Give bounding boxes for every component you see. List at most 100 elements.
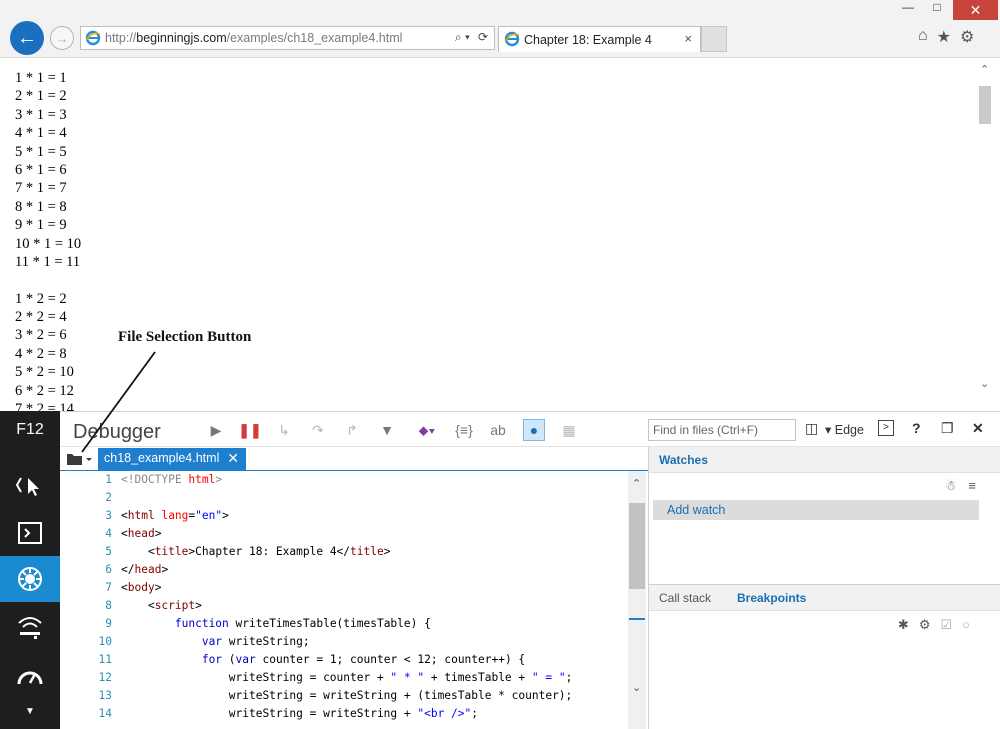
code-line[interactable]: 9 function writeTimesTable(timesTable) {: [60, 617, 628, 635]
code-text: for (var counter = 1; counter < 12; coun…: [201, 653, 526, 666]
line-number[interactable]: 4: [60, 527, 112, 540]
refresh-icon[interactable]: ⟳: [478, 30, 488, 45]
network-button[interactable]: [0, 604, 60, 650]
document-mode-dropdown[interactable]: ▾ Edge: [825, 422, 864, 437]
performance-button[interactable]: [0, 653, 60, 699]
more-tools-icon[interactable]: ▼: [0, 706, 60, 717]
undock-icon[interactable]: ❐: [941, 420, 954, 437]
code-line[interactable]: 10 var writeString;: [60, 635, 628, 653]
code-line[interactable]: 14 writeString = writeString + "<br />";: [60, 707, 628, 725]
add-breakpoint-icon[interactable]: ✱: [898, 617, 909, 633]
forward-button[interactable]: →: [50, 26, 74, 50]
code-text: var writeString;: [201, 635, 310, 648]
code-line[interactable]: 4 <head>: [60, 527, 628, 545]
continue-icon[interactable]: ▶: [207, 421, 225, 439]
close-tab-icon[interactable]: ×: [684, 31, 692, 46]
line-number[interactable]: 11: [60, 653, 112, 666]
emulation-monitor-icon[interactable]: ◫: [805, 420, 818, 437]
output-line: 8 * 1 = 8: [15, 198, 67, 215]
watches-header: Watches: [659, 453, 708, 467]
code-line[interactable]: 6 </head>: [60, 563, 628, 581]
just-my-code-icon[interactable]: ●: [523, 419, 545, 441]
address-bar[interactable]: http://beginningjs.com/examples/ch18_exa…: [80, 26, 495, 50]
code-line[interactable]: 8 <script>: [60, 599, 628, 617]
code-line[interactable]: 3 <html lang="en">: [60, 509, 628, 527]
line-number[interactable]: 14: [60, 707, 112, 720]
break-on-new-worker-icon[interactable]: ▼: [378, 421, 396, 439]
line-number[interactable]: 12: [60, 671, 112, 684]
line-number[interactable]: 5: [60, 545, 112, 558]
exception-behavior-icon[interactable]: ⬥▾: [412, 421, 442, 439]
close-window-button[interactable]: ✕: [953, 0, 998, 20]
scrollbar-thumb[interactable]: [979, 86, 991, 124]
search-dropdown-icon[interactable]: ⌕ ▾: [455, 30, 470, 45]
scroll-up-icon[interactable]: ⌃: [632, 477, 641, 490]
disable-breakpoints-icon[interactable]: ○: [962, 617, 970, 633]
file-selection-button[interactable]: [66, 451, 94, 467]
add-watch-icon[interactable]: ☃: [945, 478, 957, 494]
back-button[interactable]: ←: [10, 21, 44, 55]
new-tab-button[interactable]: [701, 26, 727, 52]
line-number[interactable]: 2: [60, 491, 112, 504]
console-button[interactable]: [0, 510, 60, 556]
toggle-breakpoints-icon[interactable]: ☑: [940, 617, 952, 633]
page-scrollbar[interactable]: ⌃ ⌄: [976, 59, 994, 411]
line-number[interactable]: 7: [60, 581, 112, 594]
code-scrollbar[interactable]: ⌃ ⌄: [628, 471, 646, 729]
file-tab[interactable]: ch18_example4.html ✕: [98, 448, 246, 471]
line-number[interactable]: 10: [60, 635, 112, 648]
step-into-icon[interactable]: ↳: [275, 421, 293, 439]
ie-logo-icon: [504, 31, 520, 47]
code-scrollbar-thumb[interactable]: [629, 503, 645, 589]
minimize-button[interactable]: —: [893, 0, 923, 20]
close-devtools-icon[interactable]: ✕: [972, 420, 984, 437]
code-line[interactable]: 5 <title>Chapter 18: Example 4</title>: [60, 545, 628, 563]
word-wrap-icon[interactable]: ab: [489, 421, 507, 439]
step-over-icon[interactable]: ↷: [309, 421, 327, 439]
url-text: http://beginningjs.com/examples/ch18_exa…: [105, 31, 403, 45]
maximize-button[interactable]: □: [923, 0, 951, 20]
home-icon[interactable]: ⌂: [918, 27, 928, 47]
code-text: <head>: [121, 527, 162, 540]
code-text: </head>: [121, 563, 169, 576]
code-editor[interactable]: 1 <!DOCTYPE html> 2 3 <html lang="en"> 4 <head…: [60, 471, 628, 729]
tab-call-stack[interactable]: Call stack: [659, 591, 711, 605]
help-button[interactable]: ?: [912, 420, 921, 436]
close-file-tab-icon[interactable]: ✕: [227, 450, 239, 467]
output-line: 9 * 1 = 9: [15, 217, 67, 234]
break-icon[interactable]: ❚❚: [238, 421, 261, 439]
code-line[interactable]: 12 writeString = counter + " * " + times…: [60, 671, 628, 689]
line-number[interactable]: 8: [60, 599, 112, 612]
debugger-button[interactable]: [0, 556, 60, 602]
line-number[interactable]: 6: [60, 563, 112, 576]
step-out-icon[interactable]: ↱: [343, 421, 361, 439]
scroll-up-icon[interactable]: ⌃: [980, 63, 989, 76]
output-line: 2 * 1 = 2: [15, 88, 67, 105]
code-line[interactable]: 11 for (var counter = 1; counter < 12; c…: [60, 653, 628, 671]
delete-breakpoints-icon[interactable]: ⚙: [919, 617, 931, 633]
code-line[interactable]: 7 <body>: [60, 581, 628, 599]
line-number[interactable]: 1: [60, 473, 112, 486]
code-line[interactable]: 2: [60, 491, 628, 509]
console-toggle-icon[interactable]: >: [878, 420, 894, 436]
delete-all-watches-icon[interactable]: ≡: [968, 478, 976, 494]
code-line[interactable]: 13 writeString = writeString + (timesTab…: [60, 689, 628, 707]
settings-gear-icon[interactable]: ⚙: [960, 27, 974, 47]
line-number[interactable]: 3: [60, 509, 112, 522]
pretty-print-icon[interactable]: {≡}: [455, 421, 473, 439]
line-number[interactable]: 13: [60, 689, 112, 702]
add-watch-button[interactable]: Add watch: [653, 500, 979, 520]
output-line: 7 * 1 = 7: [15, 180, 67, 197]
browser-tab[interactable]: Chapter 18: Example 4 ×: [498, 26, 701, 52]
arrow-left-icon: ←: [17, 26, 37, 49]
scroll-down-icon[interactable]: ⌄: [632, 681, 641, 694]
code-line[interactable]: 1 <!DOCTYPE html>: [60, 473, 628, 491]
find-in-files-input[interactable]: Find in files (Ctrl+F): [648, 419, 796, 441]
dom-explorer-button[interactable]: [0, 462, 60, 508]
scroll-down-icon[interactable]: ⌄: [980, 377, 989, 390]
tab-breakpoints[interactable]: Breakpoints: [737, 591, 806, 605]
favorites-star-icon[interactable]: ★: [937, 27, 951, 47]
breakpoint-list-icon[interactable]: ▦: [560, 421, 578, 439]
line-number[interactable]: 9: [60, 617, 112, 630]
